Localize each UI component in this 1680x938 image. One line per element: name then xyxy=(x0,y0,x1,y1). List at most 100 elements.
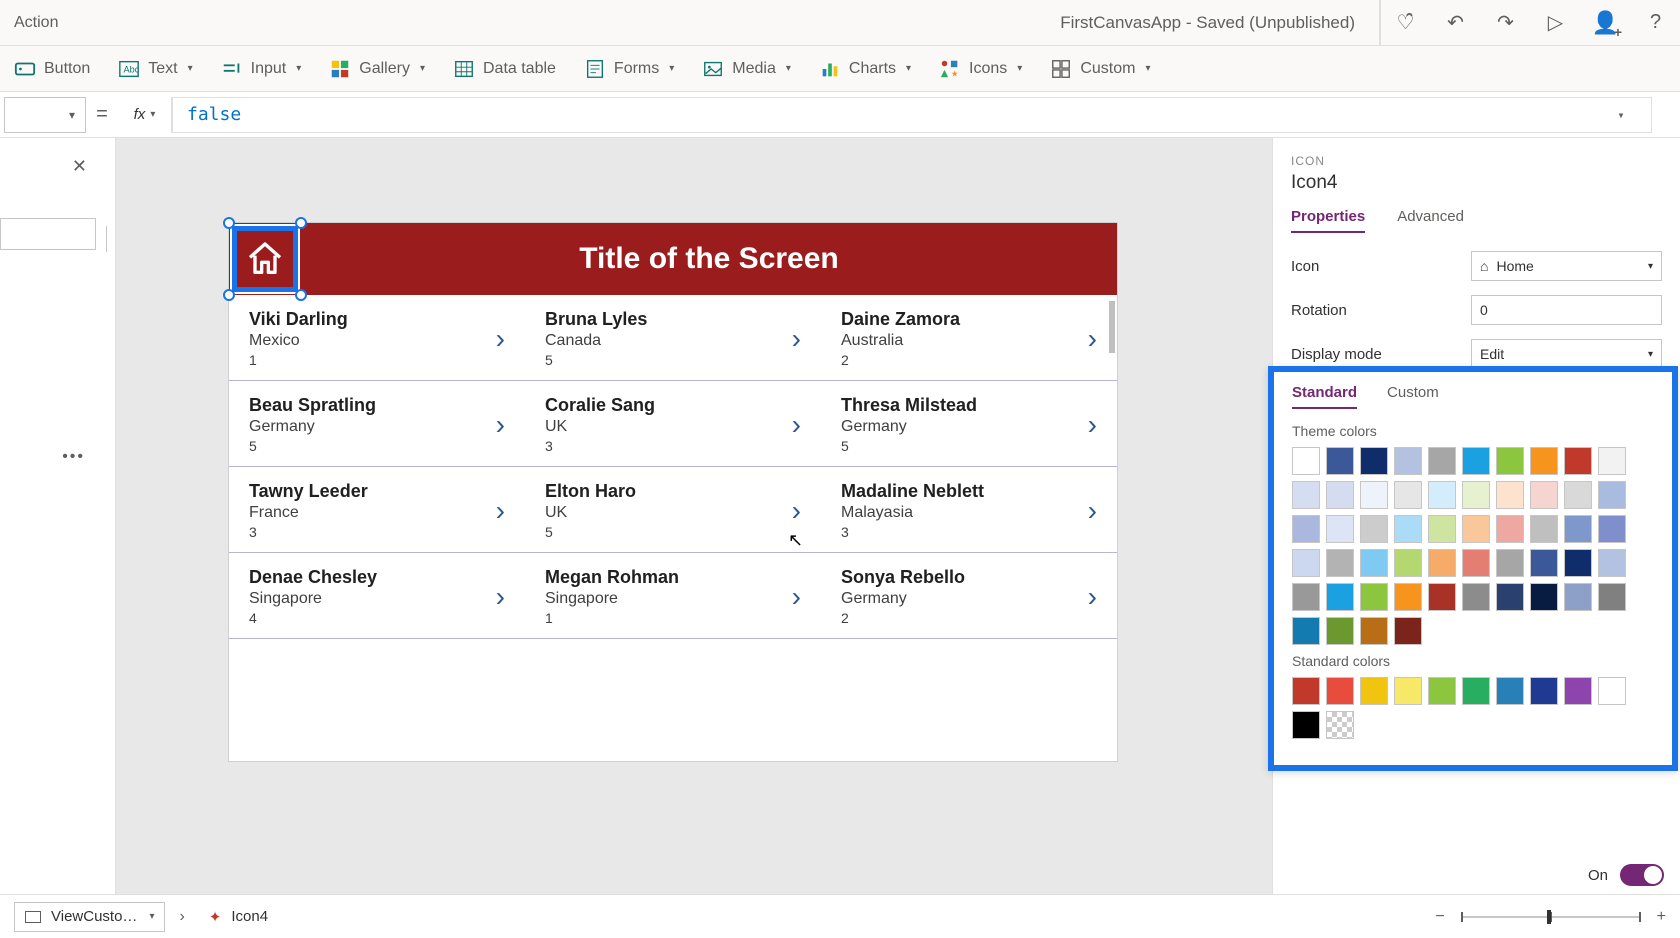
breadcrumb-control[interactable]: ✦ Icon4 xyxy=(199,902,278,932)
share-icon[interactable]: 👤+ xyxy=(1580,0,1630,46)
color-swatch[interactable] xyxy=(1326,549,1354,577)
color-tab-custom[interactable]: Custom xyxy=(1387,384,1439,409)
color-swatch[interactable] xyxy=(1292,711,1320,739)
tab-properties[interactable]: Properties xyxy=(1291,208,1365,233)
app-checker-icon[interactable]: ♡̑ xyxy=(1380,0,1430,46)
formula-input[interactable]: false▾ xyxy=(172,97,1652,133)
color-swatch[interactable] xyxy=(1530,481,1558,509)
breadcrumb-screen[interactable]: ViewCusto… ▾ xyxy=(14,902,165,932)
resize-handle[interactable] xyxy=(223,217,235,229)
color-swatch[interactable] xyxy=(1326,583,1354,611)
color-swatch[interactable] xyxy=(1394,481,1422,509)
color-swatch[interactable] xyxy=(1292,481,1320,509)
resize-handle[interactable] xyxy=(295,217,307,229)
ribbon-forms[interactable]: Forms▾ xyxy=(584,58,674,80)
chevron-right-icon[interactable]: › xyxy=(1088,495,1097,527)
chevron-right-icon[interactable]: › xyxy=(792,323,801,355)
property-selector[interactable]: ▾ xyxy=(4,97,86,133)
color-swatch[interactable] xyxy=(1428,447,1456,475)
gallery-item[interactable]: Denae ChesleySingapore4› xyxy=(229,553,525,639)
color-swatch[interactable] xyxy=(1428,549,1456,577)
gallery-item[interactable]: Madaline NeblettMalayasia3› xyxy=(821,467,1117,553)
gallery-item[interactable]: Thresa MilsteadGermany5› xyxy=(821,381,1117,467)
color-swatch[interactable] xyxy=(1496,583,1524,611)
color-swatch[interactable] xyxy=(1462,583,1490,611)
chevron-right-icon[interactable]: › xyxy=(1088,409,1097,441)
ribbon-button[interactable]: Button xyxy=(14,58,90,80)
gallery-scrollbar[interactable] xyxy=(1109,301,1115,353)
color-swatch[interactable] xyxy=(1428,481,1456,509)
ribbon-media[interactable]: Media▾ xyxy=(702,58,791,80)
redo-icon[interactable]: ↷ xyxy=(1480,0,1530,46)
color-swatch[interactable] xyxy=(1598,549,1626,577)
color-swatch[interactable] xyxy=(1394,677,1422,705)
color-swatch[interactable] xyxy=(1564,549,1592,577)
ribbon-gallery[interactable]: Gallery▾ xyxy=(329,58,425,80)
gallery-grid[interactable]: Viki DarlingMexico1›Bruna LylesCanada5› D… xyxy=(229,295,1117,639)
color-swatch[interactable] xyxy=(1326,481,1354,509)
color-swatch[interactable] xyxy=(1496,447,1524,475)
color-swatch[interactable] xyxy=(1326,617,1354,645)
ribbon-custom[interactable]: Custom▾ xyxy=(1050,58,1150,80)
gallery-item[interactable]: Beau SpratlingGermany5› xyxy=(229,381,525,467)
color-swatch[interactable] xyxy=(1530,549,1558,577)
color-swatch[interactable] xyxy=(1564,515,1592,543)
toggle-focus[interactable] xyxy=(1620,864,1664,886)
chevron-right-icon[interactable]: › xyxy=(1088,323,1097,355)
chevron-right-icon[interactable]: › xyxy=(792,581,801,613)
zoom-slider[interactable] xyxy=(1461,916,1641,918)
prop-rotation-input[interactable]: 0 xyxy=(1471,295,1662,325)
gallery-item[interactable]: Viki DarlingMexico1› xyxy=(229,295,525,381)
color-swatch[interactable] xyxy=(1462,481,1490,509)
color-swatch[interactable] xyxy=(1360,549,1388,577)
color-swatch[interactable] xyxy=(1292,677,1320,705)
resize-handle[interactable] xyxy=(223,289,235,301)
color-swatch[interactable] xyxy=(1394,583,1422,611)
chevron-right-icon[interactable]: › xyxy=(792,495,801,527)
color-swatch[interactable] xyxy=(1292,447,1320,475)
color-swatch[interactable] xyxy=(1564,583,1592,611)
color-swatch[interactable] xyxy=(1598,481,1626,509)
selected-control[interactable] xyxy=(229,223,301,295)
color-swatch[interactable] xyxy=(1292,583,1320,611)
gallery-item[interactable]: Bruna LylesCanada5› xyxy=(525,295,821,381)
color-swatch[interactable] xyxy=(1496,549,1524,577)
chevron-right-icon[interactable]: › xyxy=(496,581,505,613)
color-swatch[interactable] xyxy=(1462,447,1490,475)
color-swatch[interactable] xyxy=(1530,677,1558,705)
tree-search-input[interactable] xyxy=(0,218,96,250)
chevron-right-icon[interactable]: › xyxy=(1088,581,1097,613)
color-swatch[interactable] xyxy=(1394,617,1422,645)
color-swatch[interactable] xyxy=(1326,447,1354,475)
gallery-item[interactable]: Tawny LeederFrance3› xyxy=(229,467,525,553)
ribbon-text[interactable]: Abc Text▾ xyxy=(118,58,192,80)
gallery-item[interactable]: Coralie SangUK3› xyxy=(525,381,821,467)
prop-icon-select[interactable]: ⌂ Home ▾ xyxy=(1471,251,1662,281)
close-icon[interactable]: ✕ xyxy=(72,156,87,177)
help-icon[interactable]: ? xyxy=(1630,0,1680,46)
chevron-right-icon[interactable]: › xyxy=(496,495,505,527)
color-swatch[interactable] xyxy=(1292,549,1320,577)
color-swatch[interactable] xyxy=(1360,617,1388,645)
prop-display-select[interactable]: Edit ▾ xyxy=(1471,339,1662,369)
color-swatch[interactable] xyxy=(1292,617,1320,645)
color-swatch[interactable] xyxy=(1292,515,1320,543)
color-swatch[interactable] xyxy=(1428,583,1456,611)
color-swatch[interactable] xyxy=(1564,447,1592,475)
color-swatch[interactable] xyxy=(1598,677,1626,705)
color-swatch[interactable] xyxy=(1496,481,1524,509)
color-swatch[interactable] xyxy=(1394,447,1422,475)
zoom-in-icon[interactable]: + xyxy=(1657,908,1666,926)
fx-label[interactable]: fx▾ xyxy=(118,97,172,133)
color-swatch[interactable] xyxy=(1598,515,1626,543)
chevron-right-icon[interactable]: › xyxy=(792,409,801,441)
ribbon-icons[interactable]: ★ Icons▾ xyxy=(939,58,1022,80)
color-swatch[interactable] xyxy=(1428,515,1456,543)
color-swatch[interactable] xyxy=(1496,677,1524,705)
tab-advanced[interactable]: Advanced xyxy=(1397,208,1464,233)
resize-handle[interactable] xyxy=(295,289,307,301)
color-swatch[interactable] xyxy=(1326,677,1354,705)
color-swatch[interactable] xyxy=(1360,515,1388,543)
undo-icon[interactable]: ↶ xyxy=(1430,0,1480,46)
color-swatch[interactable] xyxy=(1530,583,1558,611)
